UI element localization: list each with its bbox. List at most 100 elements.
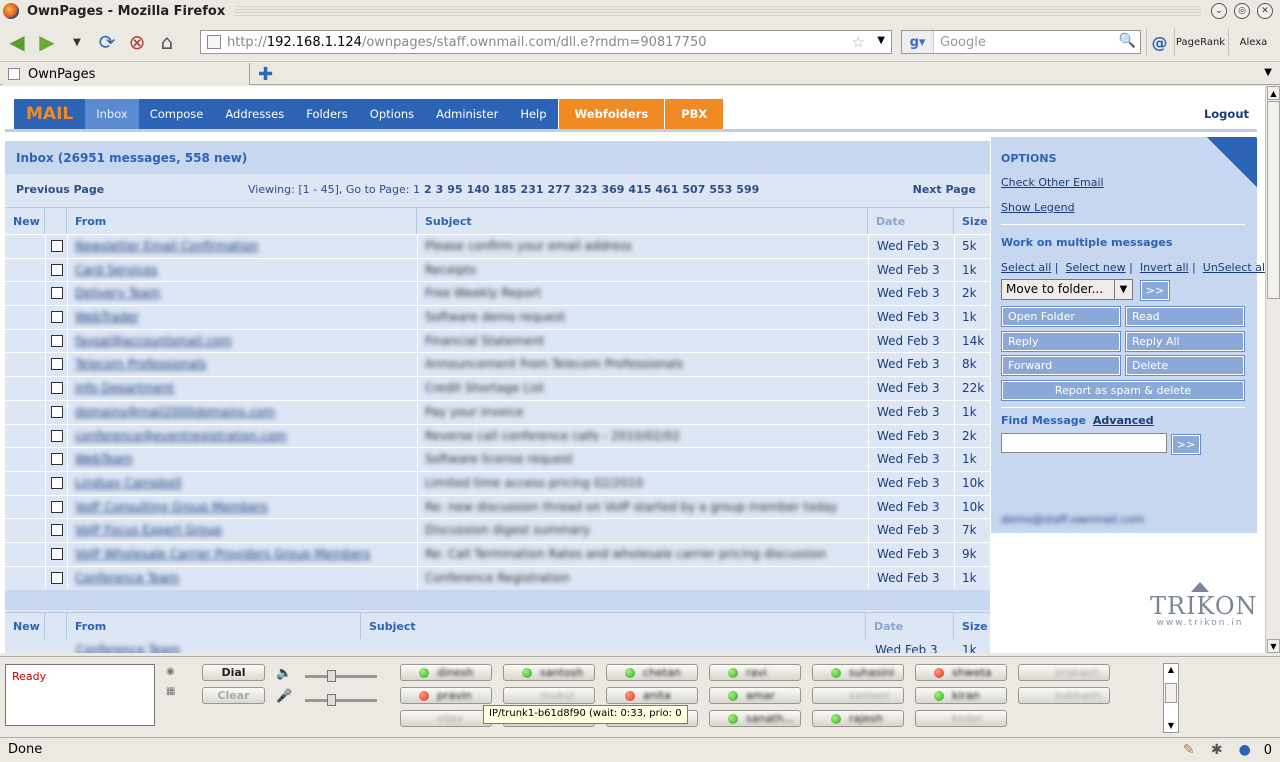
message-subject[interactable]: Announcement from Telecom Professionals (425, 357, 683, 371)
nav-addresses[interactable]: Addresses (214, 99, 296, 129)
message-from[interactable]: conference@eventregistration.com (75, 429, 287, 443)
phone-settings-icon[interactable]: ◉ (166, 666, 178, 678)
message-subject[interactable]: Free Weekly Report (425, 286, 541, 300)
find-message-input[interactable] (1001, 433, 1167, 453)
speaker-icon[interactable]: 🔈 (276, 666, 292, 681)
show-legend-link[interactable]: Show Legend (1001, 201, 1075, 214)
message-checkbox[interactable] (51, 382, 63, 395)
message-checkbox[interactable] (51, 240, 63, 252)
table-row[interactable]: Telecom Professionals Announcement from T… (5, 352, 990, 377)
history-dropdown-icon[interactable]: ▼ (64, 29, 90, 55)
search-bar[interactable]: g▾ Google 🔍 (901, 30, 1141, 54)
report-spam-button[interactable]: Report as spam & delete (1001, 380, 1245, 401)
col-from-bottom[interactable]: From (67, 613, 361, 639)
message-from[interactable]: Conference Team (75, 571, 179, 585)
col-from[interactable]: From (67, 208, 417, 234)
message-checkbox[interactable] (51, 571, 63, 584)
page-link[interactable]: 507 (682, 183, 705, 196)
reload-icon[interactable]: ⟳ (94, 29, 120, 55)
extension-button[interactable]: vijay (400, 710, 492, 727)
message-checkbox[interactable] (51, 263, 63, 276)
site-identity-icon[interactable] (207, 35, 221, 49)
invert-all-link[interactable]: Invert all (1140, 261, 1189, 274)
scroll-thumb[interactable] (1165, 683, 1177, 703)
page-link[interactable]: 95 (447, 183, 462, 196)
message-checkbox[interactable] (51, 287, 63, 300)
extension-button[interactable]: dinesh (400, 664, 492, 681)
microphone-icon[interactable]: 🎤 (276, 689, 292, 704)
col-date-bottom[interactable]: Date (866, 613, 954, 639)
find-go-button[interactable]: >> (1171, 434, 1201, 455)
reply-all-button[interactable]: Reply All (1125, 331, 1245, 352)
mail-logo[interactable]: MAIL (14, 99, 86, 129)
tab-ownpages[interactable]: OwnPages (2, 63, 250, 85)
message-checkbox[interactable] (51, 358, 63, 371)
extension-button[interactable]: suhasini (812, 664, 904, 681)
logout-link[interactable]: Logout (1204, 107, 1249, 121)
table-row[interactable]: conference@eventregistration.com Reverse … (5, 423, 990, 448)
close-icon[interactable]: ✕ (1257, 3, 1273, 19)
message-subject[interactable]: Limited time access pricing 02/2010 (425, 476, 643, 490)
slider-knob[interactable] (327, 670, 336, 682)
message-from[interactable]: Telecom Professionals (75, 357, 206, 371)
calendar-icon[interactable]: ▦ (166, 686, 178, 698)
table-row[interactable]: domains@mail2000domains.com Pay your invo… (5, 399, 990, 424)
message-subject[interactable]: Credit Shortage List (425, 381, 544, 395)
nav-compose[interactable]: Compose (138, 99, 215, 129)
extension-button[interactable]: shweta (915, 664, 1007, 681)
firebug-icon[interactable]: ✱ (1208, 741, 1226, 759)
stop-icon[interactable]: ⊗ (124, 29, 150, 55)
extensions-scrollbar[interactable]: ▲ ▼ (1163, 663, 1179, 733)
select-new-link[interactable]: Select new (1066, 261, 1126, 274)
notes-icon[interactable]: ✎ (1180, 741, 1198, 759)
page-link[interactable]: 185 (494, 183, 517, 196)
chevron-down-icon[interactable]: ▼ (1114, 280, 1132, 299)
url-bar[interactable]: http://192.168.1.124/ownpages/staff.ownm… (200, 30, 892, 54)
slider-knob[interactable] (327, 694, 336, 706)
message-from[interactable]: VoIP Focus Expert Group (75, 523, 222, 537)
message-subject[interactable]: Re: new discussion thread on VoIP starte… (425, 500, 838, 514)
extension-button[interactable]: subhash (1018, 687, 1110, 704)
message-from[interactable]: VoIP Consulting Group Members (75, 500, 268, 514)
table-row[interactable]: Conference Team Conference Registration We… (5, 565, 990, 590)
extension-button[interactable]: kiran (915, 687, 1007, 704)
page-link[interactable]: 2 (424, 183, 432, 196)
table-row[interactable]: Card Services Receipts Wed Feb 3 1k (5, 257, 990, 282)
table-row[interactable]: WebTeam Software license request Wed Feb 3… (5, 447, 990, 471)
select-all-link[interactable]: Select all (1001, 261, 1051, 274)
message-checkbox[interactable] (51, 547, 63, 560)
unselect-all-link[interactable]: UnSelect all (1203, 261, 1265, 274)
message-from[interactable]: domains@mail2000domains.com (75, 405, 275, 419)
extension-button[interactable]: kedar (915, 710, 1007, 727)
message-checkbox[interactable] (51, 476, 63, 489)
search-icon[interactable]: 🔍 (1119, 33, 1136, 49)
col-subject-bottom[interactable]: Subject (361, 613, 866, 639)
scroll-thumb[interactable] (1267, 101, 1280, 299)
nav-help[interactable]: Help (509, 99, 558, 129)
back-arrow-icon[interactable]: ◀ (4, 29, 30, 55)
page-link[interactable]: 599 (736, 183, 759, 196)
reply-button[interactable]: Reply (1001, 331, 1121, 352)
delete-button[interactable]: Delete (1125, 355, 1245, 376)
col-size[interactable]: Size (954, 208, 990, 234)
table-row[interactable]: faysal@accountsmail.com Financial Stateme… (5, 328, 990, 353)
message-subject[interactable]: Receipts (425, 263, 476, 277)
url-dropdown-icon[interactable]: ▼ (877, 35, 885, 46)
forward-arrow-icon[interactable]: ▶ (34, 29, 60, 55)
open-folder-button[interactable]: Open Folder (1001, 306, 1121, 327)
table-row[interactable]: Lindsay Campbell Limited time access pric… (5, 470, 990, 495)
message-from[interactable]: WebTeam (75, 452, 133, 466)
scroll-up-icon[interactable]: ▲ (1164, 664, 1178, 676)
nav-options[interactable]: Options (358, 99, 426, 129)
message-subject[interactable]: Software demo request (425, 310, 565, 324)
extension-button[interactable]: pravin (400, 687, 492, 704)
nav-webfolders[interactable]: Webfolders (558, 99, 665, 129)
table-row[interactable]: Delivery Team Free Weekly Report Wed Feb 3… (5, 281, 990, 306)
page-link[interactable]: 415 (628, 183, 651, 196)
extension-button[interactable]: mukul (503, 687, 595, 704)
message-from[interactable]: Delivery Team (75, 286, 160, 300)
speaker-volume-slider[interactable] (305, 670, 377, 682)
message-from[interactable]: WebTrader (75, 310, 139, 324)
minimize-icon[interactable]: ⌄ (1211, 3, 1227, 19)
page-link[interactable]: 323 (574, 183, 597, 196)
